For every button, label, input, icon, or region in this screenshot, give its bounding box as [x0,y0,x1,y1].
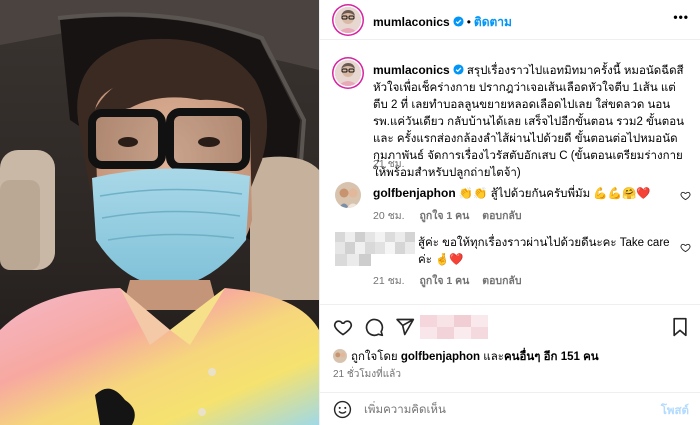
comment-time: 20 ชม. [373,210,405,222]
comment-likes[interactable]: ถูกใจ 1 คน [419,275,469,287]
post-photo[interactable] [0,0,319,425]
comment-input[interactable] [364,401,624,418]
share-icon[interactable] [395,317,415,337]
posted-ago[interactable]: 21 ชั่วโมงที่แล้ว [333,367,401,382]
comment-reply-button[interactable]: ตอบกลับ [482,210,521,222]
comment-body: สู้ค่ะ ขอให้ทุกเรื่องราวผ่านไปด้วยดีนะคะ… [418,237,670,266]
comment-likes[interactable]: ถูกใจ 1 คน [419,210,469,222]
more-options-icon[interactable]: ••• [673,10,689,24]
comment-like-heart-icon[interactable] [680,190,691,201]
caption-body: สรุปเรื่องราวไปแอทมิทมาครั้งนี้ หมอนัดฉี… [373,65,684,179]
comment-like-heart-icon[interactable] [680,242,691,253]
likes-user[interactable]: golfbenjaphon [401,351,480,363]
blurred-commenter [335,232,415,266]
photo-illustration [0,0,319,425]
author-username[interactable]: mumlaconics [373,15,450,29]
caption-username[interactable]: mumlaconics [373,63,450,77]
post-panel: mumlaconics • ติดตาม ••• mumlaconics สรุปเ… [319,0,700,425]
comment-icon[interactable] [364,317,384,337]
post-comment-button[interactable]: โพสต์ [661,402,689,420]
comment-reply-button[interactable]: ตอบกลับ [482,275,521,287]
comment-text: golfbenjaphon 👏👏 สู้ไปด้วยกันครับพี่มัม … [373,185,673,203]
caption-text: mumlaconics สรุปเรื่องราวไปแอทมิทมาครั้ง… [373,62,689,182]
caption-time: 21 ชม. [373,158,405,170]
header-separator: • [466,15,471,29]
comment-text: สู้ค่ะ ขอให้ทุกเรื่องราวผ่านไปด้วยดีนะคะ… [418,235,676,269]
commenter-avatar[interactable] [335,182,361,208]
author-avatar[interactable] [335,7,361,33]
likes-others[interactable]: คนอื่นๆ อีก 151 คน [504,351,599,363]
comment-username[interactable]: golfbenjaphon [373,186,456,200]
comment-meta: 20 ชม. ถูกใจ 1 คน ตอบกลับ [373,207,522,224]
verified-badge-icon [453,16,464,27]
follow-button[interactable]: ติดตาม [474,15,512,29]
blurred-overlay [420,315,488,339]
caption-avatar[interactable] [335,60,361,86]
likes-prefix: ถูกใจโดย [351,351,398,363]
liker-avatar[interactable] [333,349,347,363]
bookmark-icon[interactable] [671,317,689,337]
heart-icon[interactable] [333,317,353,337]
post-actions: ถูกใจโดย golfbenjaphon และคนอื่นๆ อีก 15… [320,304,700,394]
add-comment-bar: โพสต์ [320,392,700,425]
comment-meta: 21 ชม. ถูกใจ 1 คน ตอบกลับ [373,272,522,289]
emoji-icon[interactable] [333,400,352,419]
post-header: mumlaconics • ติดตาม ••• [320,0,700,40]
comment-time: 21 ชม. [373,275,405,287]
comment-body: 👏👏 สู้ไปด้วยกันครับพี่มัม 💪💪🤗❤️ [458,188,651,200]
likes-middle: และ [483,351,504,363]
likes-summary: ถูกใจโดย golfbenjaphon และคนอื่นๆ อีก 15… [333,348,599,366]
verified-badge-icon [453,64,464,75]
